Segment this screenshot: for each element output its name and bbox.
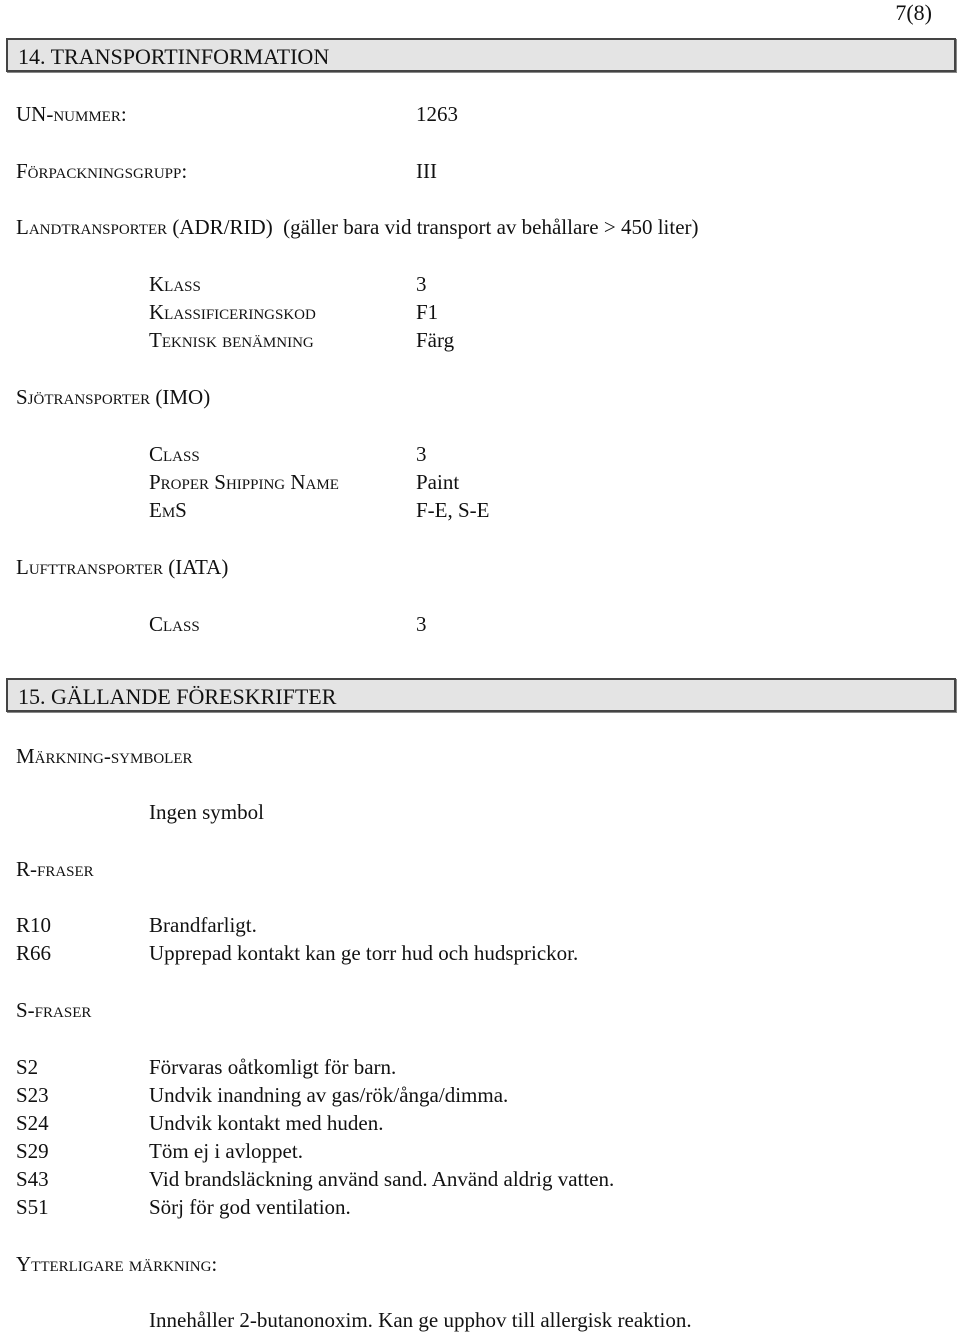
- land-transport-label: Landtransporter: [16, 215, 168, 239]
- un-number-label: UN-nummer:: [16, 102, 127, 126]
- additional-labeling-label: Ytterligare märkning:: [16, 1252, 218, 1276]
- sea-class-value: 3: [416, 442, 427, 466]
- s-phrase-code: S51: [16, 1195, 49, 1219]
- section-14-title: 14. TRANSPORTINFORMATION: [18, 44, 330, 69]
- section-15-header: 15. GÄLLANDE FÖRESKRIFTER: [6, 678, 956, 712]
- s-phrase-text: Vid brandsläckning använd sand. Använd a…: [149, 1167, 615, 1191]
- additional-labeling-text: Innehåller 2-butanonoxim. Kan ge upphov …: [149, 1308, 692, 1332]
- r-phrase-code: R66: [16, 941, 52, 965]
- sea-transport-heading: Sjötransporter (IMO): [16, 387, 210, 408]
- air-class-label: Class: [149, 612, 200, 636]
- sea-class-label: Class: [149, 442, 200, 466]
- land-class-value: 3: [416, 272, 427, 296]
- air-class-value: 3: [416, 612, 427, 636]
- air-transport-label: Lufttransporter: [16, 555, 163, 579]
- sea-transport-label: Sjötransporter: [16, 385, 151, 409]
- r-phrase-text: Brandfarligt.: [149, 913, 257, 937]
- s-phrase-text: Undvik kontakt med huden.: [149, 1111, 384, 1135]
- land-transport-heading: Landtransporter (ADR/RID) (gäller bara v…: [16, 217, 699, 238]
- s-phrase-text: Töm ej i avloppet.: [149, 1139, 303, 1163]
- air-transport-heading: Lufttransporter (IATA): [16, 557, 228, 578]
- s-phrase-text: Sörj för god ventilation.: [149, 1195, 351, 1219]
- proper-shipping-name-label: Proper Shipping Name: [149, 470, 339, 494]
- section-14-header: 14. TRANSPORTINFORMATION: [6, 38, 956, 72]
- r-phrases-label: R-fraser: [16, 857, 94, 881]
- classification-code-label: Klassificeringskod: [149, 300, 316, 324]
- un-number-value: 1263: [416, 102, 458, 126]
- s-phrases-label: S-fraser: [16, 998, 92, 1022]
- s-phrase-code: S29: [16, 1139, 49, 1163]
- s-phrase-text: Förvaras oåtkomligt för barn.: [149, 1055, 397, 1079]
- packing-group-label: Förpackningsgrupp:: [16, 159, 188, 183]
- r-phrase-code: R10: [16, 913, 52, 937]
- packing-group-value: III: [416, 159, 437, 183]
- land-class-label: Klass: [149, 272, 201, 296]
- proper-shipping-name-value: Paint: [416, 470, 460, 494]
- s-phrase-code: S24: [16, 1111, 49, 1135]
- ems-label: EmS: [149, 498, 187, 522]
- symbols-label: Märkning-symboler: [16, 744, 193, 768]
- air-transport-suffix: (IATA): [168, 555, 229, 579]
- symbols-value: Ingen symbol: [149, 800, 264, 824]
- s-phrase-code: S43: [16, 1167, 49, 1191]
- ems-value: F-E, S-E: [416, 498, 490, 522]
- land-transport-suffix: (ADR/RID) (gäller bara vid transport av …: [172, 215, 699, 239]
- s-phrase-code: S2: [16, 1055, 39, 1079]
- technical-name-value: Färg: [416, 328, 455, 352]
- r-phrase-text: Upprepad kontakt kan ge torr hud och hud…: [149, 941, 579, 965]
- page-number: 7(8): [895, 0, 932, 25]
- sea-transport-suffix: (IMO): [155, 385, 211, 409]
- s-phrase-text: Undvik inandning av gas/rök/ånga/dimma.: [149, 1083, 509, 1107]
- s-phrase-code: S23: [16, 1083, 49, 1107]
- technical-name-label: Teknisk benämning: [149, 328, 314, 352]
- section-15-title: 15. GÄLLANDE FÖRESKRIFTER: [18, 684, 337, 709]
- classification-code-value: F1: [416, 300, 439, 324]
